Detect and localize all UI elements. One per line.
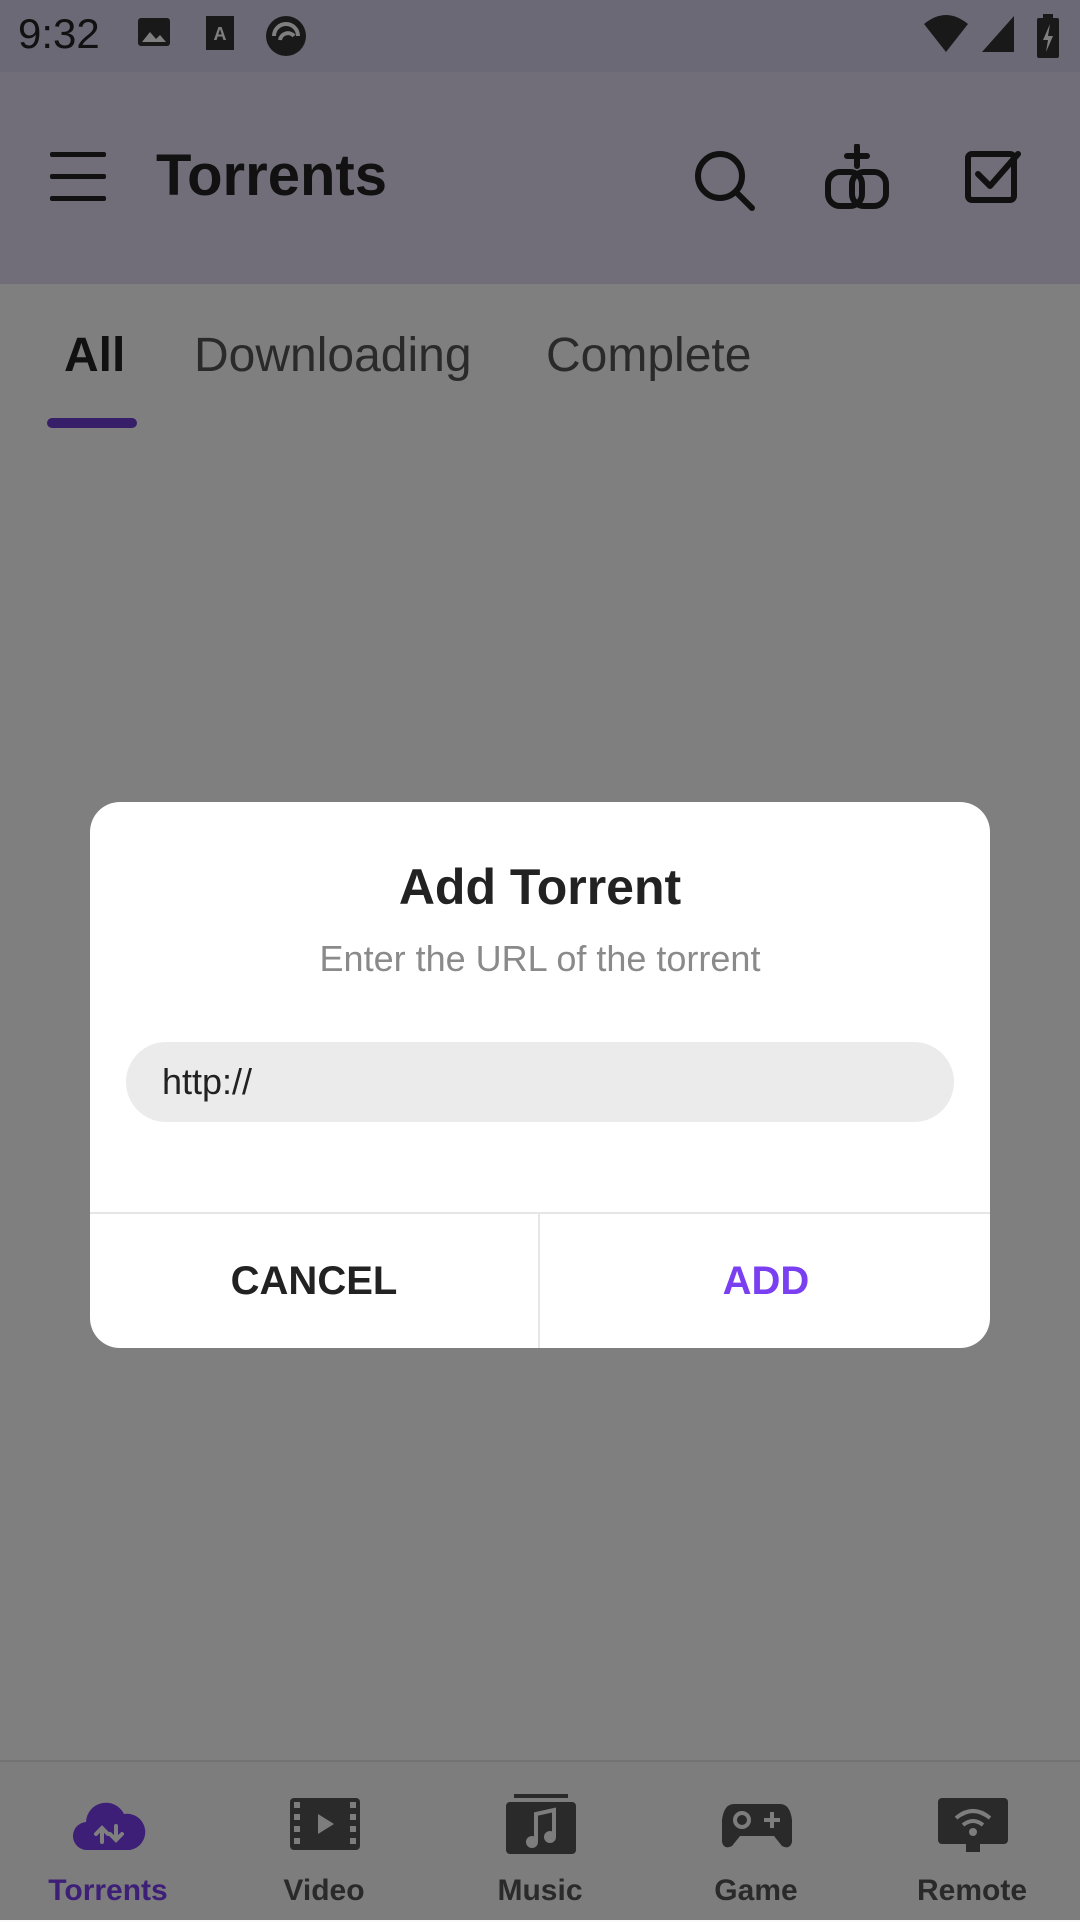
add-button[interactable]: ADD — [542, 1214, 990, 1348]
dialog-button-divider — [538, 1214, 540, 1348]
dialog-title: Add Torrent — [398, 859, 682, 915]
dialog-subtitle: Enter the URL of the torrent — [319, 938, 761, 979]
add-torrent-dialog: Add Torrent Enter the URL of the torrent… — [90, 802, 990, 1348]
cancel-button[interactable]: CANCEL — [90, 1214, 538, 1348]
torrent-url-input[interactable] — [126, 1042, 954, 1122]
